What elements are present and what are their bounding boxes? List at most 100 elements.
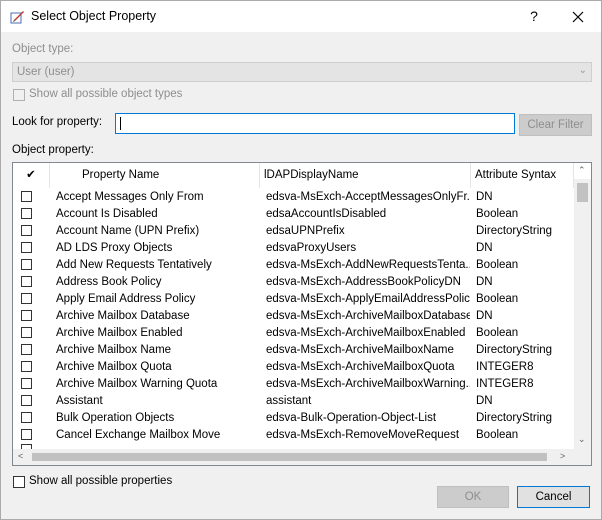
cell-attribute-syntax: Boolean xyxy=(476,429,519,441)
cell-property-name: Account Name (UPN Prefix) xyxy=(56,225,200,237)
cell-property-name: Bulk Operation Objects xyxy=(56,412,175,424)
vertical-scroll-thumb[interactable] xyxy=(577,183,588,202)
table-row[interactable]: Archive Mailbox Warning Quota edsva-MsExc… xyxy=(13,376,574,393)
cell-property-name: Archive Mailbox Quota xyxy=(56,361,172,373)
cell-ldap-display-name: edsva-MsExch-ArchiveMailboxDatabase xyxy=(266,310,470,322)
cell-ldap-display-name: edsva-MsExch-AcceptMessagesOnlyFr... xyxy=(266,191,470,203)
cell-attribute-syntax: DirectoryString xyxy=(476,225,553,237)
cell-property-name: Archive Mailbox Database xyxy=(56,310,190,322)
header-check-column[interactable]: ✔ xyxy=(13,163,50,188)
row-checkbox[interactable] xyxy=(21,225,32,236)
cell-ldap-display-name: assistant xyxy=(266,395,312,407)
row-checkbox[interactable] xyxy=(21,208,32,219)
cell-ldap-display-name: edsva-MsExch-ApplyEmailAddressPolicy xyxy=(266,293,470,305)
row-checkbox[interactable] xyxy=(21,361,32,372)
table-row[interactable]: AD LDS Proxy Objects edsvaProxyUsers DN xyxy=(13,240,574,257)
cell-ldap-display-name: edsva-MsExch-AddNewRequestsTenta... xyxy=(266,259,470,271)
cell-ldap-display-name: edsva-Bulk-Operation-Object-List xyxy=(266,412,437,424)
close-button[interactable] xyxy=(561,4,595,30)
cell-attribute-syntax: DN xyxy=(476,310,493,322)
scrollbar-corner xyxy=(574,449,591,465)
cell-property-name: Cancel Exchange Mailbox Move xyxy=(56,429,221,441)
table-row[interactable]: Account Is Disabled edsaAccountIsDisabled… xyxy=(13,206,574,223)
table-row[interactable]: Cancel Exchange Mailbox Move edsva-MsExch… xyxy=(13,427,574,444)
object-type-label: Object type: xyxy=(12,43,74,55)
ok-button[interactable]: OK xyxy=(437,486,509,508)
title-bar: Select Object Property ? xyxy=(1,1,601,32)
clear-filter-button[interactable]: Clear Filter xyxy=(519,114,592,136)
table-row[interactable]: Archive Mailbox Name edsva-MsExch-Archive… xyxy=(13,342,574,359)
row-checkbox[interactable] xyxy=(21,276,32,287)
scroll-down-icon[interactable]: ⌄ xyxy=(578,434,586,445)
cell-ldap-display-name: edsvaProxyUsers xyxy=(266,242,357,254)
row-checkbox[interactable] xyxy=(21,395,32,406)
table-row[interactable]: Archive Mailbox Enabled edsva-MsExch-Arch… xyxy=(13,325,574,342)
chevron-down-icon: ⌄ xyxy=(578,65,587,76)
row-checkbox[interactable] xyxy=(21,242,32,253)
cell-property-name: Archive Mailbox Enabled xyxy=(56,327,183,339)
object-property-list[interactable]: ✔ Property Name lDAPDisplayName Attribut… xyxy=(12,162,592,466)
cell-property-name: Archive Mailbox Warning Quota xyxy=(56,378,218,390)
table-row[interactable]: Bulk Operation Objects edsva-Bulk-Operati… xyxy=(13,410,574,427)
close-icon xyxy=(572,11,584,23)
row-checkbox[interactable] xyxy=(21,191,32,202)
cell-attribute-syntax: INTEGER8 xyxy=(476,378,534,390)
cell-ldap-display-name: edsva-MsExch-ArchiveMailboxName xyxy=(266,344,454,356)
cell-property-name: Assistant xyxy=(56,395,103,407)
cell-attribute-syntax: DN xyxy=(476,276,493,288)
column-header-property-name[interactable]: Property Name xyxy=(50,163,260,188)
cell-ldap-display-name: edsva-MsExch-ArchiveMailboxEnabled xyxy=(266,327,466,339)
scroll-left-icon[interactable]: < xyxy=(18,451,23,461)
row-checkbox[interactable] xyxy=(21,310,32,321)
app-icon xyxy=(10,11,24,24)
table-row[interactable]: Account Name (UPN Prefix) edsaUPNPrefix Di… xyxy=(13,223,574,240)
scroll-right-icon[interactable]: > xyxy=(560,451,565,461)
table-row[interactable]: Archive Mailbox Quota edsva-MsExch-Archiv… xyxy=(13,359,574,376)
vertical-scrollbar[interactable]: ⌃ ⌄ xyxy=(574,165,591,449)
row-checkbox[interactable] xyxy=(21,429,32,440)
horizontal-scrollbar[interactable]: < > xyxy=(13,449,574,465)
object-type-select[interactable]: User (user) ⌄ xyxy=(12,62,592,82)
cell-property-name: Accept Messages Only From xyxy=(56,191,204,203)
cell-ldap-display-name: edsaAccountIsDisabled xyxy=(266,208,387,220)
look-for-property-label: Look for property: xyxy=(12,116,103,128)
row-checkbox[interactable] xyxy=(21,344,32,355)
show-all-object-types-checkbox[interactable] xyxy=(13,89,25,101)
cell-property-name: Apply Email Address Policy xyxy=(56,293,196,305)
table-row[interactable]: Archive Mailbox Database edsva-MsExch-Arc… xyxy=(13,308,574,325)
row-checkbox[interactable] xyxy=(21,378,32,389)
cell-attribute-syntax: Boolean xyxy=(476,259,519,271)
object-type-value: User (user) xyxy=(17,66,75,78)
table-row[interactable]: Apply Email Address Policy edsva-MsExch-A… xyxy=(13,291,574,308)
cell-ldap-display-name: edsva-MsExch-RemoveMoveRequest xyxy=(266,429,460,441)
show-all-object-types-label: Show all possible object types xyxy=(29,88,183,100)
horizontal-scroll-thumb[interactable] xyxy=(32,453,547,461)
table-row[interactable]: Address Book Policy edsva-MsExch-AddressB… xyxy=(13,274,574,291)
table-row[interactable]: Add New Requests Tentatively edsva-MsExch… xyxy=(13,257,574,274)
look-for-property-input[interactable] xyxy=(115,113,515,134)
show-all-properties-checkbox[interactable] xyxy=(13,476,25,488)
cell-attribute-syntax: Boolean xyxy=(476,293,519,305)
row-checkbox[interactable] xyxy=(21,293,32,304)
cell-ldap-display-name: edsva-MsExch-AddressBookPolicyDN xyxy=(266,276,461,288)
column-header-ldap-display-name[interactable]: lDAPDisplayName xyxy=(260,163,471,188)
cell-attribute-syntax: DN xyxy=(476,242,493,254)
column-header-attribute-syntax[interactable]: Attribute Syntax xyxy=(471,163,574,188)
row-checkbox[interactable] xyxy=(21,327,32,338)
cell-property-name: AD LDS Proxy Objects xyxy=(56,242,173,254)
scroll-up-icon[interactable]: ⌃ xyxy=(578,165,586,176)
row-checkbox[interactable] xyxy=(21,412,32,423)
cell-attribute-syntax: DN xyxy=(476,191,493,203)
show-all-properties-label: Show all possible properties xyxy=(29,475,173,487)
list-header: ✔ Property Name lDAPDisplayName Attribut… xyxy=(13,163,591,188)
cancel-button[interactable]: Cancel xyxy=(517,486,590,508)
table-row[interactable]: Assistant assistant DN xyxy=(13,393,574,410)
dialog-title: Select Object Property xyxy=(31,9,157,23)
cell-attribute-syntax: DN xyxy=(476,395,493,407)
cell-ldap-display-name: edsaUPNPrefix xyxy=(266,225,345,237)
cell-property-name: Archive Mailbox Name xyxy=(56,344,172,356)
row-checkbox[interactable] xyxy=(21,259,32,270)
cell-attribute-syntax: DirectoryString xyxy=(476,344,553,356)
table-row[interactable]: Accept Messages Only From edsva-MsExch-Ac… xyxy=(13,189,574,206)
help-button[interactable]: ? xyxy=(521,4,547,30)
